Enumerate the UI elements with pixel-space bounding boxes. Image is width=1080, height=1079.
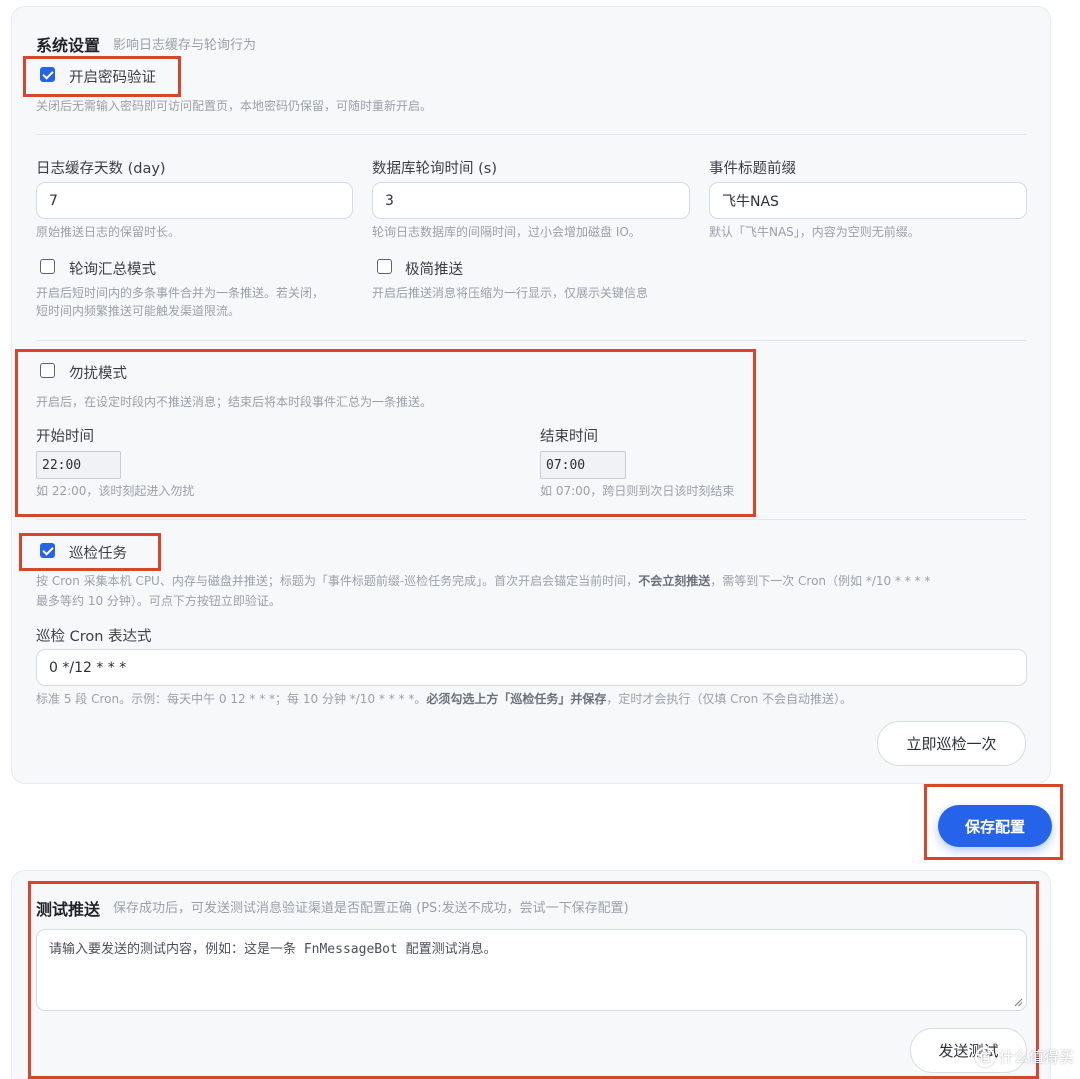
test-push-subtitle: 保存成功后，可发送测试消息验证渠道是否配置正确 (PS:发送不成功，尝试一下保存… (113, 901, 629, 916)
do-not-disturb-checkbox[interactable] (40, 363, 55, 378)
divider (36, 134, 1026, 135)
poll-summary-mode-hint-line2: 短时间内频繁推送可能触发渠道限流。 (36, 304, 241, 318)
test-push-title: 测试推送 (36, 900, 101, 919)
log-cache-days-label: 日志缓存天数 (day) (36, 161, 166, 177)
poll-summary-mode-checkbox[interactable] (40, 259, 55, 274)
cron-expression-hint: 标准 5 段 Cron。示例：每天中午 0 12 * * *；每 10 分钟 *… (36, 692, 852, 706)
cron-expression-input[interactable]: 0 */12 * * * (36, 649, 1027, 686)
watermark-logo-icon: 值 (975, 1046, 995, 1067)
event-title-prefix-label: 事件标题前缀 (709, 161, 796, 177)
save-config-button[interactable]: 保存配置 (938, 805, 1052, 847)
resize-handle-icon[interactable] (1014, 998, 1023, 1007)
inspection-task-label[interactable]: 巡检任务 (69, 542, 127, 563)
dnd-end-time-label: 结束时间 (540, 429, 598, 445)
log-cache-days-hint: 原始推送日志的保留时长。 (36, 225, 181, 239)
password-verify-label[interactable]: 开启密码验证 (69, 66, 156, 87)
test-message-placeholder: 请输入要发送的测试内容，例如：这是一条 FnMessageBot 配置测试消息。 (49, 942, 497, 957)
inspection-task-hint-line2: 最多等约 10 分钟）。可点下方按钮立即验证。 (36, 594, 281, 608)
dnd-start-time-hint: 如 22:00，该时刻起进入勿扰 (36, 484, 195, 498)
poll-summary-mode-hint-line1: 开启后短时间内的多条事件合并为一条推送。若关闭， (36, 286, 325, 300)
event-title-prefix-hint: 默认「飞牛NAS」，内容为空则无前缀。 (709, 225, 920, 239)
settings-section-title: 系统设置 (36, 36, 101, 55)
minimal-push-label[interactable]: 极简推送 (405, 258, 463, 279)
minimal-push-hint: 开启后推送消息将压缩为一行显示，仅展示关键信息 (372, 286, 649, 300)
inspection-task-checkbox[interactable] (40, 543, 55, 558)
watermark: 值 什么值得买 (975, 1046, 1074, 1067)
log-cache-days-input[interactable]: 7 (36, 182, 353, 219)
password-verify-hint: 关闭后无需输入密码即可访问配置页，本地密码仍保留，可随时重新开启。 (36, 99, 433, 113)
event-title-prefix-input[interactable]: 飞牛NAS (709, 182, 1027, 219)
cron-expression-label: 巡检 Cron 表达式 (36, 629, 152, 645)
db-poll-interval-input[interactable]: 3 (372, 182, 690, 219)
dnd-end-time-hint: 如 07:00，跨日则到次日该时刻结束 (540, 484, 735, 498)
run-inspection-now-button[interactable]: 立即巡检一次 (877, 721, 1026, 766)
db-poll-interval-hint: 轮询日志数据库的间隔时间，过小会增加磁盘 IO。 (372, 225, 641, 239)
dnd-end-time-input[interactable]: 07:00 (540, 451, 626, 479)
divider (36, 340, 1026, 341)
minimal-push-checkbox[interactable] (377, 259, 392, 274)
do-not-disturb-label[interactable]: 勿扰模式 (69, 362, 127, 383)
watermark-text: 什么值得买 (999, 1048, 1075, 1066)
settings-section-subtitle: 影响日志缓存与轮询行为 (113, 38, 257, 53)
inspection-task-hint-line1: 按 Cron 采集本机 CPU、内存与磁盘并推送；标题为「事件标题前缀-巡检任务… (36, 574, 931, 588)
divider (36, 519, 1026, 520)
password-verify-checkbox[interactable] (40, 67, 55, 82)
db-poll-interval-label: 数据库轮询时间 (s) (372, 161, 497, 177)
dnd-start-time-label: 开始时间 (36, 429, 94, 445)
test-message-textarea[interactable]: 请输入要发送的测试内容，例如：这是一条 FnMessageBot 配置测试消息。 (36, 929, 1027, 1011)
do-not-disturb-hint: 开启后，在设定时段内不推送消息；结束后将本时段事件汇总为一条推送。 (36, 395, 433, 409)
poll-summary-mode-label[interactable]: 轮询汇总模式 (69, 258, 156, 279)
dnd-start-time-input[interactable]: 22:00 (36, 451, 121, 479)
